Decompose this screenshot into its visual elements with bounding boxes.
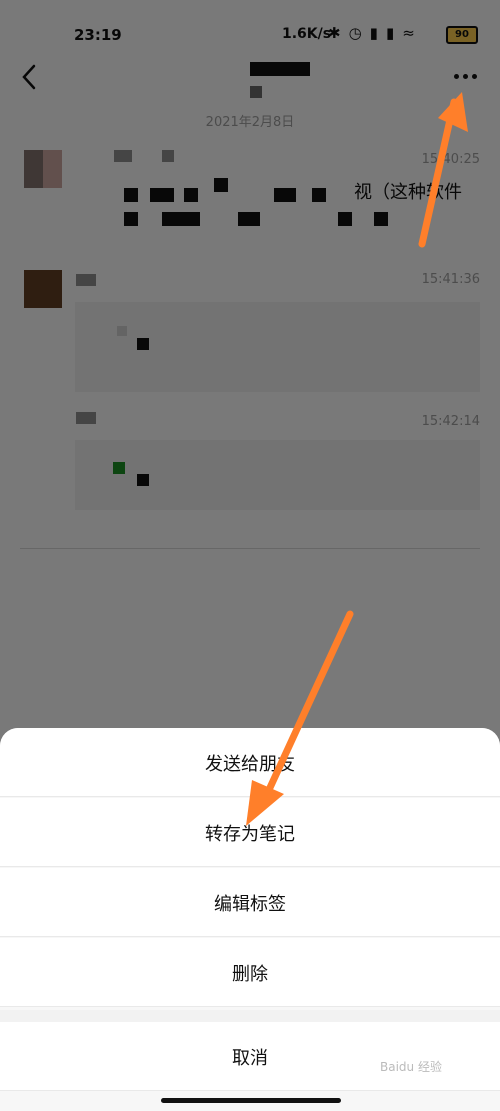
sheet-gap [0, 1010, 500, 1022]
home-indicator [161, 1098, 341, 1103]
save-as-note-button[interactable]: 转存为笔记 [0, 798, 500, 867]
send-to-friend-button[interactable]: 发送给朋友 [0, 728, 500, 797]
action-sheet: 发送给朋友 转存为笔记 编辑标签 删除 取消 [0, 728, 500, 1111]
watermark: Baidu 经验 [380, 1060, 442, 1074]
edit-tags-button[interactable]: 编辑标签 [0, 868, 500, 937]
delete-button[interactable]: 删除 [0, 938, 500, 1007]
